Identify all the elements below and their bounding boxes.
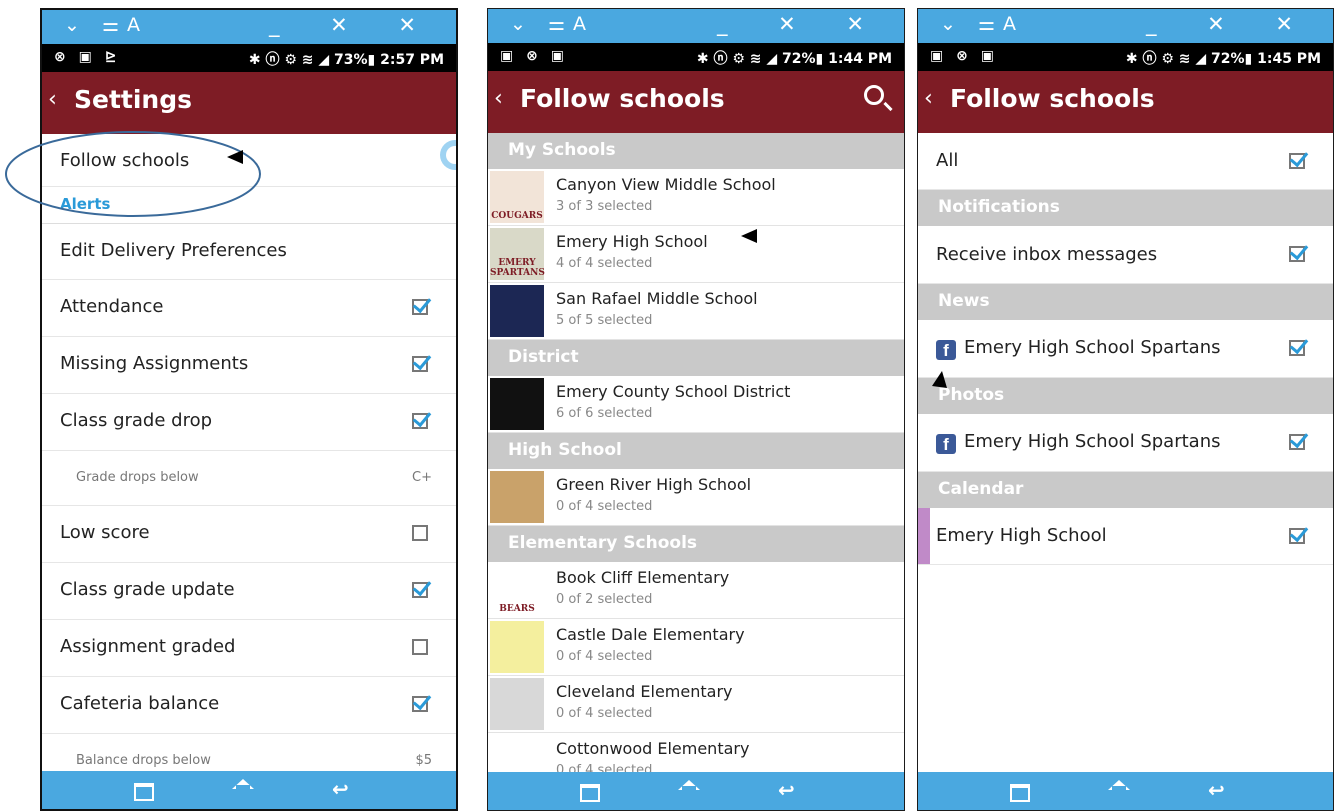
annotation-overlay: [5, 131, 947, 388]
pointer-arrow: [227, 150, 243, 164]
highlight-ellipse: [5, 131, 261, 217]
pointer-arrow: [741, 229, 757, 243]
pointer-arrow: [932, 371, 947, 388]
